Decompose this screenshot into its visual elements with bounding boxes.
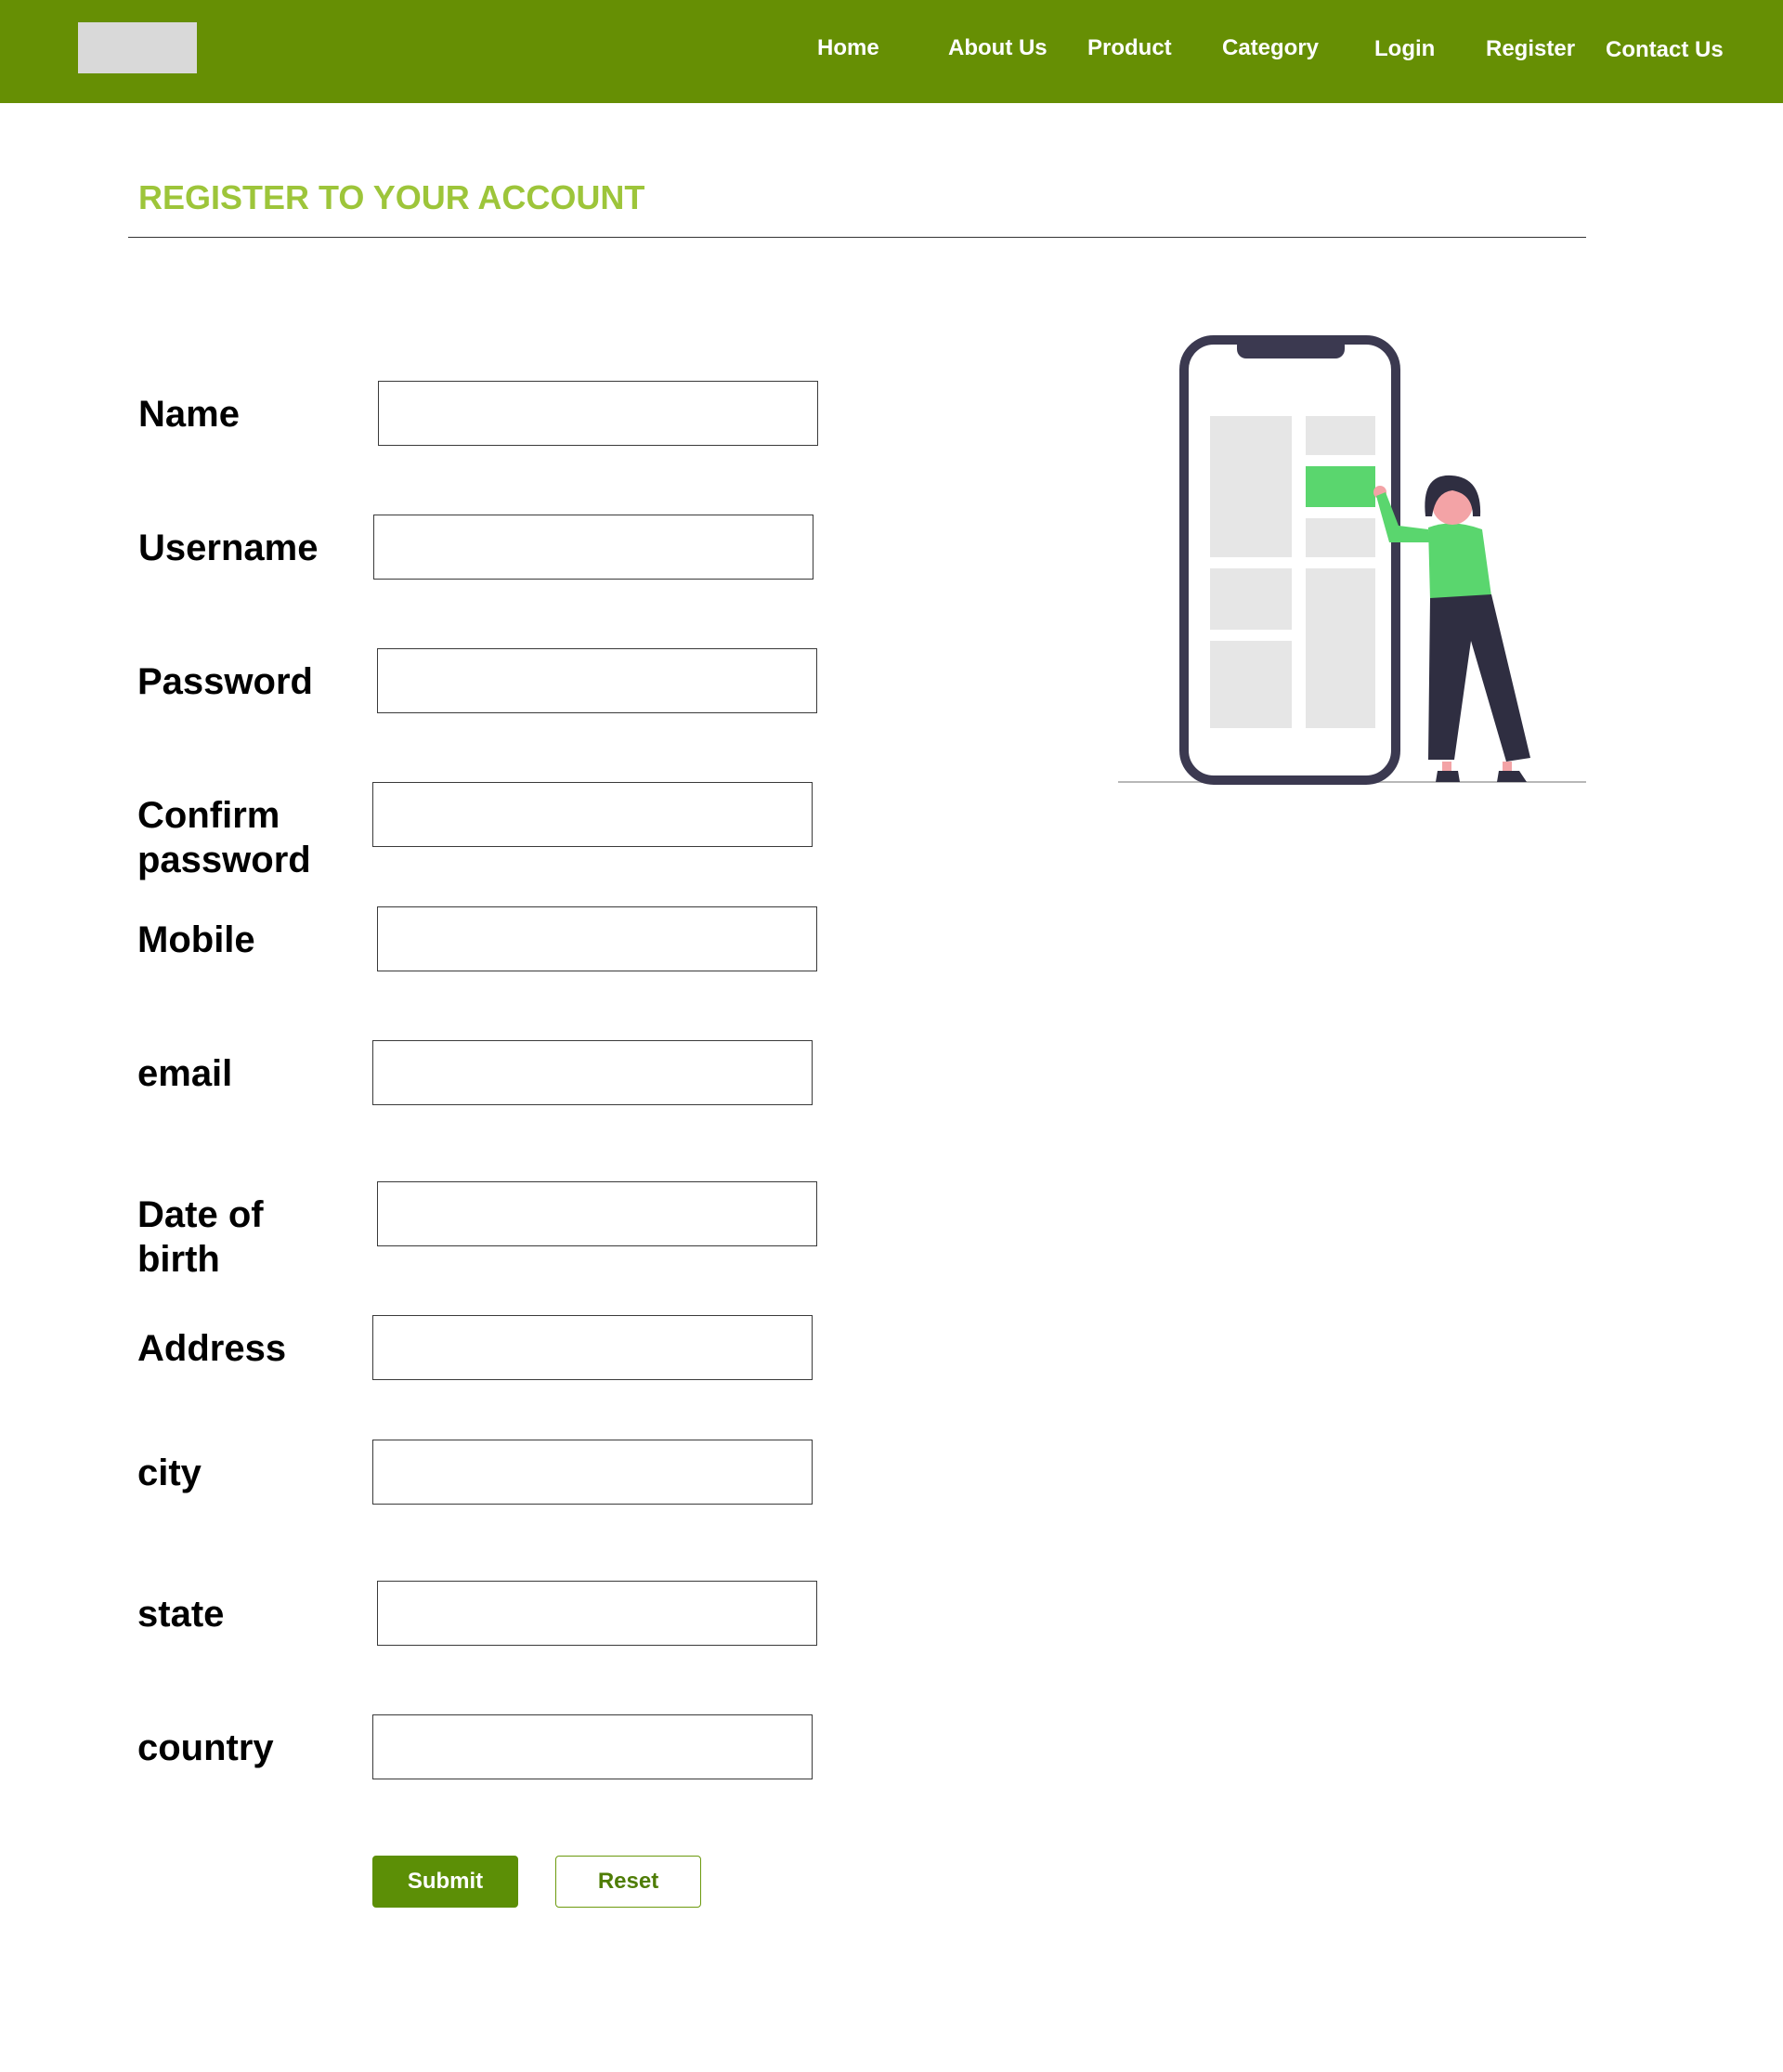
phone-side-button <box>1394 446 1399 494</box>
password-label: Password <box>137 661 313 702</box>
person-with-phone-illustration <box>1118 335 1586 785</box>
nav-product[interactable]: Product <box>1087 35 1172 61</box>
top-navbar: Home About Us Product Category Login Reg… <box>0 0 1783 103</box>
nav-login[interactable]: Login <box>1374 36 1435 62</box>
person-torso <box>1428 523 1491 600</box>
title-divider <box>128 237 1586 238</box>
site-logo[interactable] <box>78 22 197 73</box>
nav-category[interactable]: Category <box>1222 35 1319 61</box>
nav-about-us[interactable]: About Us <box>948 35 1048 61</box>
phone-tile <box>1306 518 1375 557</box>
phone-tile <box>1306 568 1375 728</box>
city-input[interactable] <box>372 1440 813 1505</box>
date-of-birth-input[interactable] <box>377 1181 817 1246</box>
person-shoe <box>1436 771 1460 782</box>
nav-home[interactable]: Home <box>817 35 879 61</box>
person-ankle <box>1442 762 1451 771</box>
phone-notch <box>1237 336 1345 358</box>
page-title: REGISTER TO YOUR ACCOUNT <box>138 178 645 216</box>
phone-tile <box>1210 641 1292 728</box>
person-ankle <box>1503 762 1512 771</box>
person-legs <box>1428 594 1530 762</box>
address-label: Address <box>137 1328 287 1369</box>
state-input[interactable] <box>377 1581 817 1646</box>
city-label: city <box>137 1453 202 1493</box>
address-input[interactable] <box>372 1315 813 1380</box>
mobile-label: Mobile <box>137 919 255 960</box>
nav-register[interactable]: Register <box>1486 36 1575 62</box>
confirm-password-input[interactable] <box>372 782 813 847</box>
mobile-input[interactable] <box>377 906 817 971</box>
phone-tile <box>1210 416 1292 557</box>
email-input[interactable] <box>372 1040 813 1105</box>
name-label: Name <box>138 394 240 435</box>
username-label: Username <box>138 528 319 568</box>
date-of-birth-label: Date of birth <box>137 1194 264 1280</box>
person-shoe <box>1497 771 1527 782</box>
phone-highlight-tile <box>1306 466 1375 507</box>
submit-button[interactable]: Submit <box>372 1856 518 1908</box>
reset-button[interactable]: Reset <box>555 1856 701 1908</box>
password-input[interactable] <box>377 648 817 713</box>
phone-tile <box>1210 568 1292 630</box>
nav-contact-us[interactable]: Contact Us <box>1606 37 1724 63</box>
name-input[interactable] <box>378 381 818 446</box>
country-input[interactable] <box>372 1714 813 1779</box>
username-input[interactable] <box>373 515 813 580</box>
confirm-password-label: Confirm password <box>137 795 311 880</box>
email-label: email <box>137 1053 233 1094</box>
state-label: state <box>137 1594 225 1635</box>
country-label: country <box>137 1727 274 1768</box>
phone-tile <box>1306 416 1375 455</box>
